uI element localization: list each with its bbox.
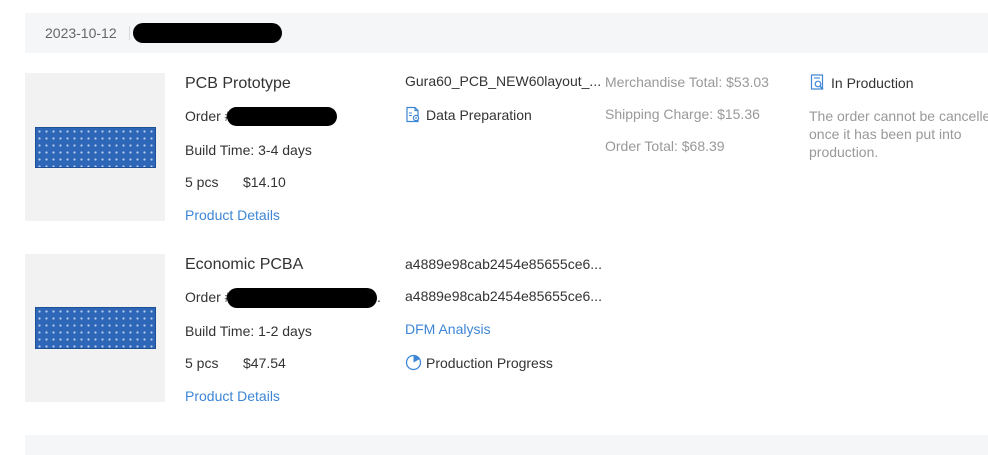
order-number: Order # [185, 108, 232, 124]
file-name[interactable]: a4889e98cab2454e85655ce6... [405, 288, 605, 304]
price: $47.54 [243, 355, 286, 371]
quantity: 5 pcs [185, 355, 219, 371]
quantity: 5 pcs [185, 174, 219, 190]
next-order-group-header [25, 435, 988, 455]
product-thumbnail[interactable] [25, 254, 165, 402]
file-name[interactable]: Gura60_PCB_NEW60layout_... [405, 73, 605, 89]
dfm-analysis-link[interactable]: DFM Analysis [405, 321, 491, 337]
pcb-image [35, 127, 156, 168]
shipping-charge: Shipping Charge: $15.36 [605, 106, 760, 122]
redacted-order-number [133, 23, 282, 43]
order-number-label: Order # [185, 108, 233, 124]
file-name[interactable]: a4889e98cab2454e85655ce6... [405, 256, 605, 272]
price: $14.10 [243, 174, 286, 190]
order-total: Order Total: $68.39 [605, 138, 725, 154]
product-details-link[interactable]: Product Details [185, 388, 280, 404]
header-divider [129, 26, 130, 40]
progress-circle-icon [405, 354, 422, 371]
product-title: PCB Prototype [185, 75, 291, 92]
order-number-suffix: . [377, 289, 381, 305]
status-step-label: Data Preparation [426, 106, 532, 123]
redacted-order-id [227, 288, 377, 308]
document-gear-icon [405, 106, 422, 123]
product-thumbnail[interactable] [25, 73, 165, 221]
build-time: Build Time: 3-4 days [185, 142, 312, 158]
order-group-header: 2023-10-12 [25, 13, 988, 53]
document-search-icon [810, 74, 826, 91]
production-progress[interactable]: Production Progress [405, 354, 553, 371]
production-progress-label: Production Progress [426, 354, 553, 371]
production-status-label: In Production [831, 74, 914, 91]
product-title: Economic PCBA [185, 256, 304, 273]
order-date: 2023-10-12 [45, 25, 117, 41]
product-details-link[interactable]: Product Details [185, 207, 280, 223]
redacted-order-id [227, 107, 337, 126]
production-status: In Production [810, 74, 914, 91]
merchandise-total: Merchandise Total: $53.03 [605, 74, 769, 90]
cancel-note: The order cannot be cancelled once it ha… [809, 108, 988, 160]
order-number: Order # [185, 289, 232, 305]
status-step: Data Preparation [405, 106, 532, 123]
build-time: Build Time: 1-2 days [185, 323, 312, 339]
order-number-label: Order # [185, 289, 233, 305]
pcb-image [35, 307, 156, 349]
